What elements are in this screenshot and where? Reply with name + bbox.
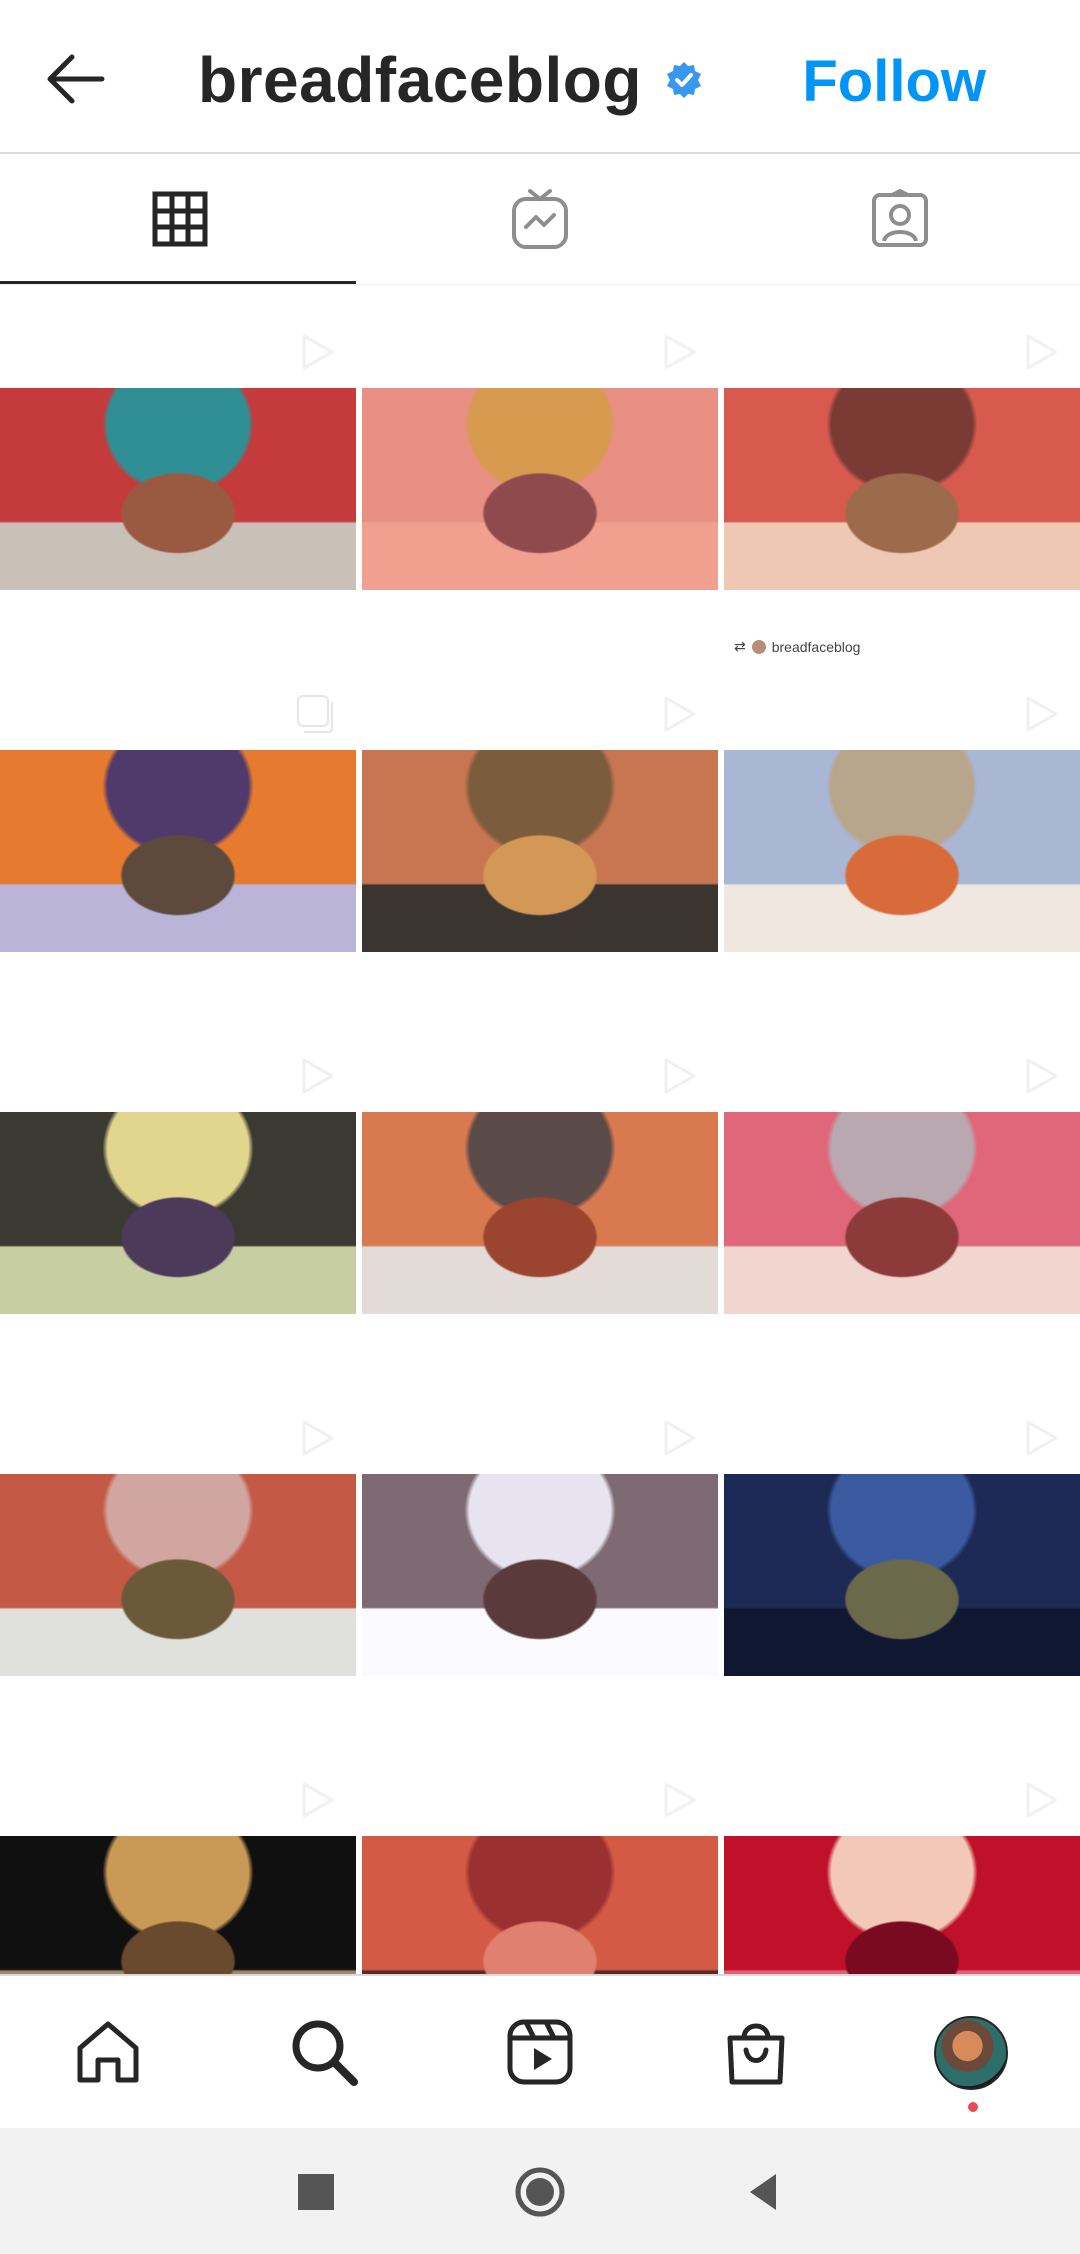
tagged-icon [872,189,928,247]
post-thumbnail[interactable] [724,1036,1080,1392]
post-image [0,1112,356,1314]
post-image [724,1112,1080,1314]
tab-igtv[interactable] [360,154,720,284]
post-thumbnail[interactable] [362,1760,718,1974]
post-image [362,1112,718,1314]
video-play-icon [302,334,334,370]
post-thumbnail[interactable] [362,674,718,1030]
video-play-icon [1026,334,1058,370]
post-thumbnail[interactable] [0,1036,356,1392]
video-play-icon [1026,1420,1058,1456]
profile-header: breadfaceblog Follow [0,0,1080,154]
home-button-icon[interactable] [512,2164,568,2220]
post-thumbnail[interactable] [724,674,1080,1030]
shop-icon[interactable] [720,2016,792,2088]
username-title-wrap: breadfaceblog [198,40,704,120]
search-icon[interactable] [288,2016,360,2088]
post-image [362,388,718,590]
repost-icon: ⇄ [734,638,746,654]
album-icon [297,695,333,733]
follow-button[interactable]: Follow [802,48,986,115]
post-thumbnail[interactable] [0,1398,356,1754]
post-thumbnail[interactable] [0,674,356,1030]
post-image [0,388,356,590]
system-navigation-bar [0,2128,1080,2254]
tab-tagged[interactable] [720,154,1080,284]
post-image [0,750,356,952]
video-play-icon [664,334,696,370]
reels-icon[interactable] [504,2016,576,2088]
post-image [724,1474,1080,1676]
notification-dot [968,2102,978,2112]
video-play-icon [1026,696,1058,732]
grid-icon [152,191,208,247]
post-thumbnail[interactable] [724,1398,1080,1754]
video-play-icon [1026,1782,1058,1818]
post-thumbnail[interactable] [362,1036,718,1392]
username-title: breadfaceblog [198,44,642,116]
igtv-icon [512,189,568,249]
video-play-icon [664,1420,696,1456]
post-image [724,750,1080,952]
video-play-icon [664,1782,696,1818]
tab-grid[interactable] [0,154,360,284]
repost-attribution: ⇄ breadfaceblog [734,638,860,655]
post-image [0,1474,356,1676]
video-play-icon [664,1058,696,1094]
bottom-navigation [0,1974,1080,2130]
video-play-icon [302,1420,334,1456]
home-icon[interactable] [72,2016,144,2088]
post-image [362,1836,718,1974]
repost-username: breadfaceblog [771,638,861,655]
video-play-icon [664,696,696,732]
repost-avatar [751,639,766,654]
post-image [0,1836,356,1974]
video-play-icon [302,1782,334,1818]
post-thumbnail[interactable] [724,1760,1080,1974]
video-play-icon [302,1058,334,1094]
recent-apps-icon[interactable] [288,2164,344,2220]
video-play-icon [1026,1058,1058,1094]
post-image [724,388,1080,590]
back-arrow-icon[interactable] [38,44,112,114]
post-thumbnail[interactable]: ⇄ breadfaceblog [724,312,1080,668]
profile-avatar[interactable] [934,2016,1008,2090]
back-button-icon[interactable] [736,2164,792,2220]
verified-badge-icon [666,62,701,98]
post-thumbnail[interactable] [0,312,356,668]
post-image [724,1836,1080,1974]
post-thumbnail[interactable] [362,312,718,668]
post-image [362,750,718,952]
post-thumbnail[interactable] [362,1398,718,1754]
posts-grid: ⇄ breadfaceblog [0,312,1080,1974]
post-thumbnail[interactable] [0,1760,356,1974]
profile-tabs [0,154,1080,285]
post-image [362,1474,718,1676]
